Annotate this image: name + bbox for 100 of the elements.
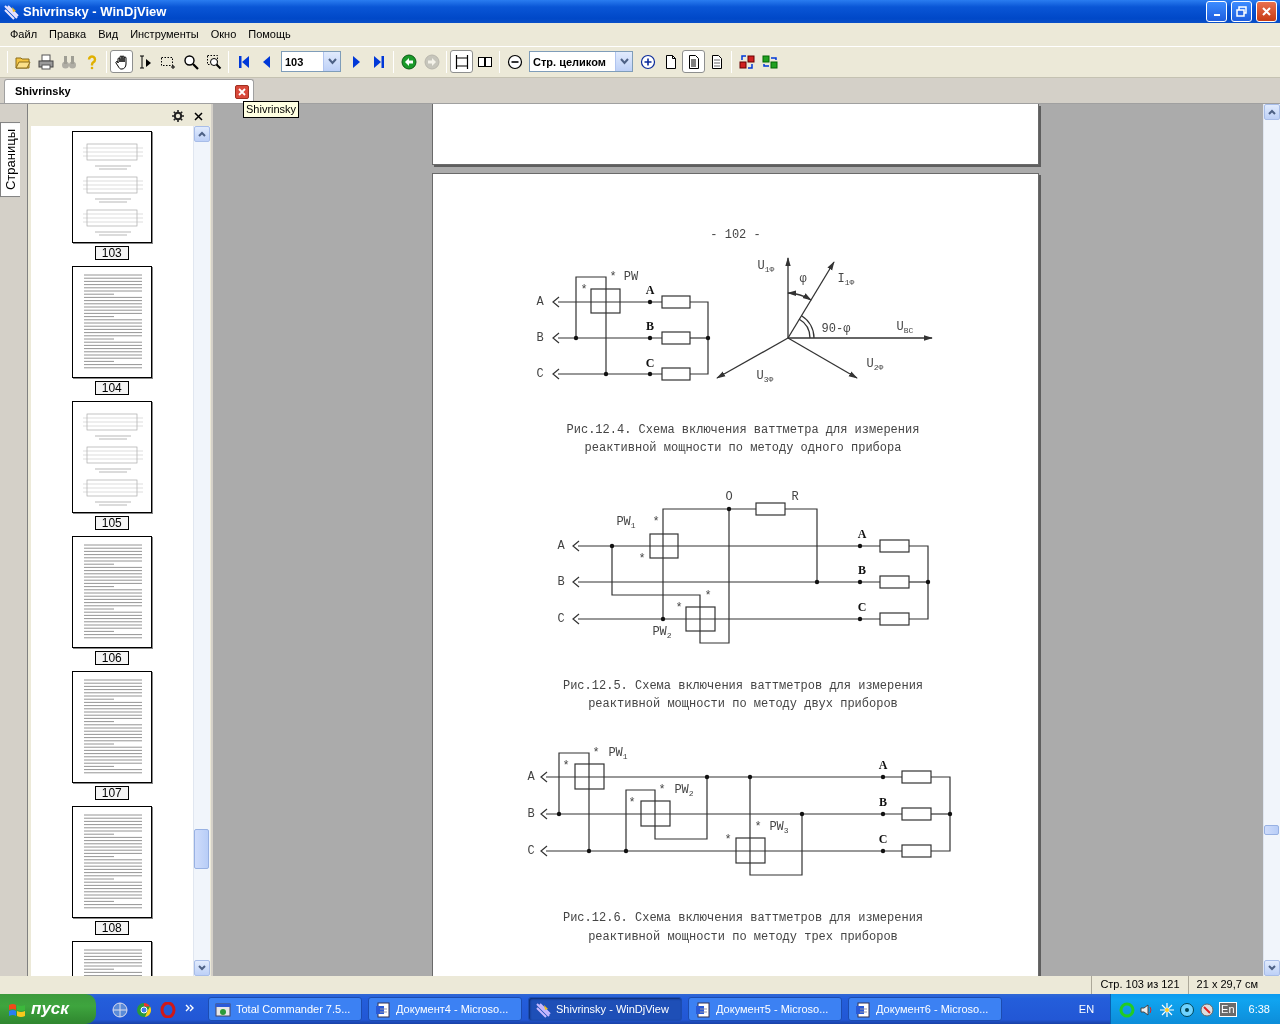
scrollbar[interactable] <box>1263 104 1280 977</box>
sidebar-tab[interactable]: Страницы <box>0 122 20 198</box>
page-thumbnail[interactable] <box>71 806 152 919</box>
scroll-thumb[interactable] <box>193 829 209 870</box>
page-button[interactable] <box>682 50 705 74</box>
language-indicator[interactable]: EN <box>1078 1000 1095 1018</box>
diagram-label: C <box>645 357 655 370</box>
taskbar-button[interactable]: Shivrinsky - WinDjView <box>528 997 682 1021</box>
taskbar-button[interactable]: Total Commander 7.5... <box>208 997 362 1021</box>
diagram-label: B <box>557 576 565 589</box>
printer-icon <box>37 53 54 70</box>
scroll-up-button[interactable] <box>1264 104 1280 121</box>
close-button[interactable] <box>1256 0 1277 22</box>
zoom-combo[interactable]: Стр. целиком <box>529 51 633 73</box>
page-thumbnail[interactable] <box>71 266 152 379</box>
diagram-label: * <box>562 760 570 773</box>
page-thumbnail[interactable] <box>71 536 152 649</box>
tray-icon-button[interactable] <box>1179 1000 1196 1018</box>
diagram-label: C <box>527 845 535 858</box>
diagram-label: * <box>704 590 712 603</box>
caret-icon <box>619 58 629 66</box>
page-number-label: 107 <box>94 786 129 801</box>
window-title: Shivrinsky - WinDjView <box>23 2 167 21</box>
diagram-label: U$_{3Ф}$ <box>756 370 774 383</box>
menu-item[interactable]: Правка <box>43 22 93 46</box>
single-page-button[interactable] <box>450 50 473 74</box>
page-number-label: 105 <box>94 516 129 531</box>
window-icon <box>215 1001 231 1018</box>
page-number-label: 103 <box>94 246 129 261</box>
figure-caption: Рис.12.6. Схема включения ваттметров для измерения реактивной мощности по методу трех приборов <box>561 910 925 947</box>
restore-icon <box>1236 5 1247 17</box>
scroll-down-button[interactable] <box>193 960 210 977</box>
restore-button[interactable] <box>1231 0 1252 22</box>
menu-item[interactable]: Вид <box>92 22 125 46</box>
diagram-label: A <box>878 759 888 772</box>
taskbar-button[interactable]: Документ5 - Microso... <box>688 997 842 1021</box>
page-number-label: 104 <box>94 381 129 396</box>
tray-icon-button[interactable] <box>1199 1000 1216 1018</box>
diagram-label: PW <box>623 271 639 284</box>
clock: 6:38 <box>1248 1001 1270 1017</box>
page-number-combo[interactable]: 103 <box>281 51 341 73</box>
page-thumbnail[interactable] <box>71 401 152 514</box>
diagram-label: * <box>592 747 600 760</box>
zoom-icon <box>182 53 199 70</box>
tooltip: Shivrinsky <box>243 101 300 118</box>
diagram-label: * <box>628 797 636 810</box>
swap-icon <box>761 53 778 70</box>
diagram-label: PW$_{3}$ <box>769 821 789 834</box>
browser-icon <box>136 1001 152 1018</box>
tray-icon-button[interactable] <box>1159 1000 1176 1018</box>
swap-icon <box>738 53 755 70</box>
close-icon <box>1261 5 1272 17</box>
disc-icon <box>1179 1001 1196 1018</box>
diagram-label: * <box>675 602 683 615</box>
menu-item[interactable]: Окно <box>204 22 243 46</box>
minimize-button[interactable] <box>1206 0 1227 22</box>
page-thumbnail[interactable] <box>71 671 152 784</box>
taskbar-button[interactable]: Документ6 - Microso... <box>848 997 1002 1021</box>
diagram-label: B <box>858 564 866 577</box>
diagram-label: * <box>609 271 617 284</box>
menu-item[interactable]: Инструменты <box>124 22 205 46</box>
diagram-label: R <box>791 491 799 504</box>
scroll-up-button[interactable] <box>193 126 210 143</box>
scroll-down-button[interactable] <box>1264 960 1280 977</box>
network-icon <box>1159 1001 1176 1018</box>
diagram-label: C <box>557 613 565 626</box>
ring-icon <box>1119 1001 1136 1018</box>
diagram-label: U$_{1Ф}$ <box>757 260 775 273</box>
diagram-label: A <box>557 540 565 553</box>
document-icon <box>695 1001 711 1018</box>
diagram-label: * <box>638 553 646 566</box>
diagram-label: PW$_{1}$ <box>608 747 628 760</box>
diagram-label: A <box>857 528 867 541</box>
menu-item[interactable]: Файл <box>4 22 44 46</box>
taskbar-button[interactable]: Документ4 - Microso... <box>368 997 522 1021</box>
document-tab[interactable]: Shivrinsky <box>4 79 254 104</box>
document-icon <box>375 1001 391 1018</box>
diagram-label: U$_{BC}$ <box>896 321 914 334</box>
language-indicator[interactable]: En <box>1219 1001 1237 1017</box>
page-number: - 102 - <box>709 227 762 244</box>
diagram-label: B <box>527 808 535 821</box>
diagram-label: * <box>652 516 660 529</box>
browser-launcher[interactable] <box>136 1000 152 1018</box>
scroll-thumb[interactable] <box>1264 825 1279 836</box>
diagram-label: * <box>724 834 732 847</box>
figure-caption: Рис.12.5. Схема включения ваттметров для измерения реактивной мощности по методу двух приборов <box>561 678 925 714</box>
menu-item[interactable]: Помощь <box>242 22 297 46</box>
diagram-label: A <box>645 284 655 297</box>
diagram-label: C <box>857 601 867 614</box>
close-icon <box>194 111 203 121</box>
globe-launcher[interactable] <box>112 1000 128 1018</box>
hand-button[interactable] <box>110 50 133 74</box>
tab-close-button[interactable] <box>235 84 249 99</box>
zoom-out-icon <box>506 53 523 70</box>
globe-icon <box>112 1001 128 1018</box>
diagram-label: A <box>527 771 535 784</box>
diagram-label: B <box>646 320 654 333</box>
minimize-icon <box>1213 14 1220 17</box>
page-thumbnail[interactable] <box>71 131 152 244</box>
binoculars-icon <box>60 53 77 70</box>
